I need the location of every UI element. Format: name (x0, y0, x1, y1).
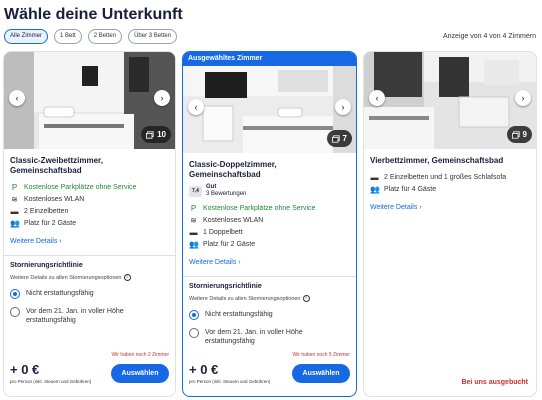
feature-wifi: ≋ Kostenloses WLAN (190, 216, 264, 225)
gallery-icon (146, 130, 154, 139)
select-button[interactable]: Auswählen (111, 364, 169, 383)
feature-beds: ▬ 2 Einzelbetten (10, 207, 69, 216)
room-name: Classic-Doppelzimmer, Gemeinschaftsbad (189, 160, 277, 179)
details-link[interactable]: Weitere Details › (189, 259, 241, 266)
radio-unselected[interactable] (10, 307, 20, 317)
filter-3-plus-beds[interactable]: Über 3 Betten (128, 29, 178, 44)
rating: 7,4 Gut 3 Bewertungen (189, 184, 350, 198)
next-photo-button[interactable]: › (335, 99, 351, 115)
option-non-refundable[interactable]: Nicht erstattungsfähig (189, 310, 350, 320)
radio-selected[interactable] (189, 310, 199, 320)
cancellation-note: Weitere Details zu allen Stornierungsopt… (10, 274, 169, 281)
price: + 0 € (189, 362, 219, 377)
radio-unselected[interactable] (189, 328, 199, 338)
selected-banner: Ausgewähltes Zimmer (183, 52, 356, 66)
guests-icon: 👥 (10, 219, 20, 228)
room-card-selected: Ausgewähltes Zimmer ‹ › 7 Classic-Doppel… (182, 51, 357, 397)
room-name: Classic-Zweibettzimmer, Gemeinschaftsbad (10, 156, 103, 175)
feature-parking: P Kostenlose Parkplätze ohne Service (11, 183, 137, 192)
feature-guests: 👥 Platz für 4 Gäste (370, 185, 437, 194)
feature-beds: ▬ 1 Doppelbett (189, 228, 243, 237)
page-title: Wähle deine Unterkunft (4, 6, 183, 23)
info-icon[interactable]: i (123, 274, 131, 281)
rating-score: 7,4 (189, 185, 202, 197)
next-photo-button[interactable]: › (515, 90, 531, 106)
guests-icon: 👥 (189, 240, 199, 249)
cancellation-title: Stornierungsrichtlinie (10, 262, 83, 269)
option-refundable[interactable]: Vor dem 21. Jan. in voller Höhe erstattu… (10, 307, 169, 325)
photo-count-badge[interactable]: 7 (326, 130, 352, 147)
next-photo-button[interactable]: › (154, 90, 170, 106)
prev-photo-button[interactable]: ‹ (369, 90, 385, 106)
price: + 0 € (10, 362, 40, 377)
bed-icon: ▬ (370, 173, 379, 182)
feature-beds: ▬ 2 Einzelbetten und 1 großes Schlafsofa (370, 173, 507, 182)
prev-photo-button[interactable]: ‹ (9, 90, 25, 106)
wifi-icon: ≋ (190, 216, 197, 225)
details-link[interactable]: Weitere Details › (10, 238, 62, 245)
option-refundable[interactable]: Vor dem 21. Jan. in voller Höhe erstattu… (189, 328, 350, 346)
sold-out-label: Bei uns ausgebucht (461, 379, 528, 386)
gallery-icon (511, 130, 520, 139)
room-card: ‹ › 9 Vierbettzimmer, Gemeinschaftsbad ▬… (363, 51, 537, 397)
bed-icon: ▬ (189, 228, 198, 237)
gallery-icon (331, 134, 340, 143)
filter-2-beds[interactable]: 2 Betten (87, 29, 123, 44)
filter-all-rooms[interactable]: Alle Zimmer (4, 29, 49, 44)
price-note: pro Person (inkl. Steuern und Gebühren) (189, 379, 271, 384)
rooms-left-note: Wir haben noch 2 Zimmer (111, 352, 169, 358)
room-photo[interactable]: ‹ › 9 (364, 52, 536, 149)
feature-guests: 👥 Platz für 2 Gäste (10, 219, 77, 228)
rooms-left-note: Wir haben noch 5 Zimmer (292, 352, 350, 358)
room-filter-bar: Alle Zimmer 1 Bett 2 Betten Über 3 Bette… (4, 29, 178, 44)
info-icon[interactable]: i (302, 295, 310, 302)
room-name: Vierbettzimmer, Gemeinschaftsbad (370, 156, 504, 165)
room-card: ‹ › 10 Classic-Zweibettzimmer, Gemeinsch… (3, 51, 176, 397)
select-button[interactable]: Auswählen (292, 364, 350, 383)
parking-icon: P (11, 183, 18, 192)
parking-icon: P (190, 204, 197, 213)
feature-wifi: ≋ Kostenloses WLAN (11, 195, 85, 204)
price-note: pro Person (inkl. Steuern und Gebühren) (10, 379, 92, 384)
cancellation-title: Stornierungsrichtlinie (189, 283, 262, 290)
photo-count-badge[interactable]: 10 (141, 126, 171, 143)
cancellation-note: Weitere Details zu allen Stornierungsopt… (189, 295, 350, 302)
guests-icon: 👥 (370, 185, 380, 194)
prev-photo-button[interactable]: ‹ (188, 99, 204, 115)
feature-parking: P Kostenlose Parkplätze ohne Service (190, 204, 316, 213)
details-link[interactable]: Weitere Details › (370, 204, 422, 211)
bed-icon: ▬ (10, 207, 19, 216)
rating-label: Gut (206, 184, 217, 190)
radio-selected[interactable] (10, 289, 20, 299)
feature-guests: 👥 Platz für 2 Gäste (189, 240, 256, 249)
photo-count-badge[interactable]: 9 (506, 126, 532, 143)
wifi-icon: ≋ (11, 195, 18, 204)
option-non-refundable[interactable]: Nicht erstattungsfähig (10, 289, 169, 299)
room-photo[interactable]: ‹ › 7 (183, 66, 356, 153)
room-count: Anzeige von 4 von 4 Zimmern (443, 33, 536, 40)
rating-reviews: 3 Bewertungen (206, 191, 247, 197)
filter-1-bed[interactable]: 1 Bett (54, 29, 82, 44)
room-photo[interactable]: ‹ › 10 (4, 52, 175, 149)
